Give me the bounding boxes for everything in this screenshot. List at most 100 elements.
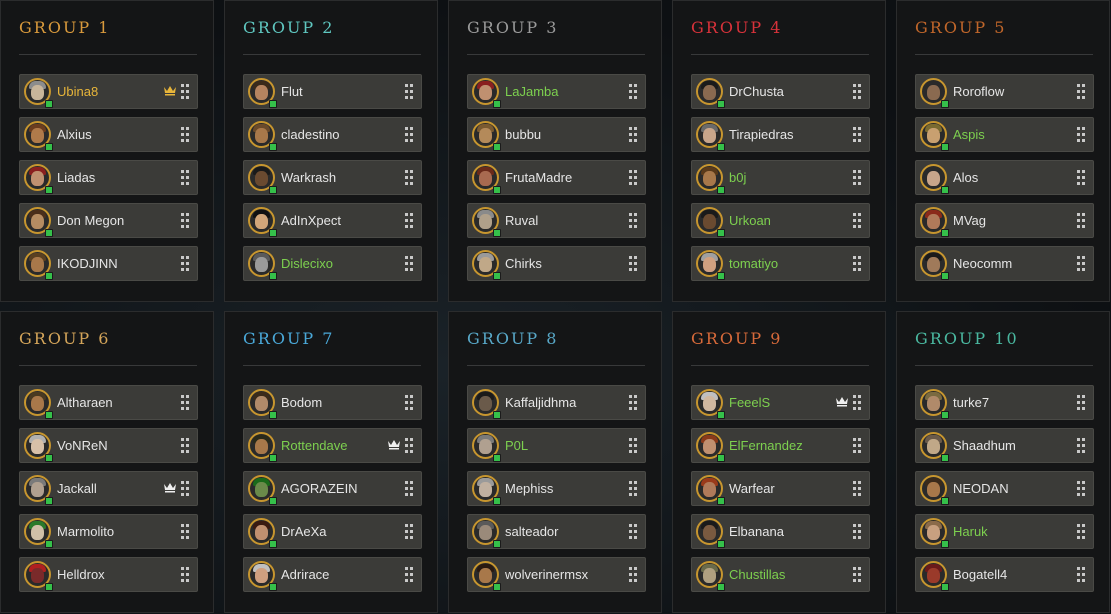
drag-handle-icon[interactable] xyxy=(181,524,189,539)
player-row[interactable]: Altharaen xyxy=(19,385,198,420)
player-row[interactable]: turke7 xyxy=(915,385,1094,420)
drag-handle-icon[interactable] xyxy=(629,395,637,410)
drag-handle-icon[interactable] xyxy=(405,395,413,410)
player-row[interactable]: Alos xyxy=(915,160,1094,195)
drag-handle-icon[interactable] xyxy=(181,481,189,496)
drag-handle-icon[interactable] xyxy=(405,438,413,453)
player-row[interactable]: Warkrash xyxy=(243,160,422,195)
player-row[interactable]: AGORAZEIN xyxy=(243,471,422,506)
drag-handle-icon[interactable] xyxy=(1077,213,1085,228)
drag-handle-icon[interactable] xyxy=(853,256,861,271)
drag-handle-icon[interactable] xyxy=(181,395,189,410)
drag-handle-icon[interactable] xyxy=(853,524,861,539)
drag-handle-icon[interactable] xyxy=(629,84,637,99)
drag-handle-icon[interactable] xyxy=(853,213,861,228)
player-row[interactable]: NEODAN xyxy=(915,471,1094,506)
drag-handle-icon[interactable] xyxy=(853,395,861,410)
player-row[interactable]: Jackall xyxy=(19,471,198,506)
drag-handle-icon[interactable] xyxy=(1077,567,1085,582)
drag-handle-icon[interactable] xyxy=(629,567,637,582)
player-row[interactable]: Bodom xyxy=(243,385,422,420)
player-row[interactable]: Rottendave xyxy=(243,428,422,463)
drag-handle-icon[interactable] xyxy=(405,567,413,582)
drag-handle-icon[interactable] xyxy=(853,127,861,142)
player-row[interactable]: DrAeXa xyxy=(243,514,422,549)
player-row[interactable]: DrChusta xyxy=(691,74,870,109)
player-row[interactable]: Liadas xyxy=(19,160,198,195)
player-row[interactable]: Alxius xyxy=(19,117,198,152)
drag-handle-icon[interactable] xyxy=(629,481,637,496)
drag-handle-icon[interactable] xyxy=(181,567,189,582)
player-row[interactable]: Warfear xyxy=(691,471,870,506)
drag-handle-icon[interactable] xyxy=(1077,524,1085,539)
player-row[interactable]: Marmolito xyxy=(19,514,198,549)
player-row[interactable]: Flut xyxy=(243,74,422,109)
drag-handle-icon[interactable] xyxy=(1077,481,1085,496)
player-row[interactable]: Adrirace xyxy=(243,557,422,592)
player-row[interactable]: cladestino xyxy=(243,117,422,152)
drag-handle-icon[interactable] xyxy=(181,170,189,185)
player-row[interactable]: Aspis xyxy=(915,117,1094,152)
player-row[interactable]: Dislecixo xyxy=(243,246,422,281)
drag-handle-icon[interactable] xyxy=(405,524,413,539)
player-row[interactable]: Elbanana xyxy=(691,514,870,549)
drag-handle-icon[interactable] xyxy=(1077,170,1085,185)
drag-handle-icon[interactable] xyxy=(853,170,861,185)
drag-handle-icon[interactable] xyxy=(181,213,189,228)
player-row[interactable]: Tirapiedras xyxy=(691,117,870,152)
drag-handle-icon[interactable] xyxy=(405,481,413,496)
drag-handle-icon[interactable] xyxy=(405,256,413,271)
drag-handle-icon[interactable] xyxy=(629,170,637,185)
drag-handle-icon[interactable] xyxy=(181,438,189,453)
player-row[interactable]: Ubina8 xyxy=(19,74,198,109)
player-row[interactable]: Helldrox xyxy=(19,557,198,592)
player-row[interactable]: LaJamba xyxy=(467,74,646,109)
drag-handle-icon[interactable] xyxy=(1077,395,1085,410)
player-row[interactable]: Chirks xyxy=(467,246,646,281)
player-row[interactable]: Don Megon xyxy=(19,203,198,238)
player-row[interactable]: Ruval xyxy=(467,203,646,238)
player-row[interactable]: FeeelS xyxy=(691,385,870,420)
drag-handle-icon[interactable] xyxy=(1077,127,1085,142)
player-row[interactable]: Bogatell4 xyxy=(915,557,1094,592)
drag-handle-icon[interactable] xyxy=(853,567,861,582)
player-row[interactable]: AdInXpect xyxy=(243,203,422,238)
player-row[interactable]: b0j xyxy=(691,160,870,195)
player-row[interactable]: salteador xyxy=(467,514,646,549)
drag-handle-icon[interactable] xyxy=(405,127,413,142)
drag-handle-icon[interactable] xyxy=(853,84,861,99)
drag-handle-icon[interactable] xyxy=(181,127,189,142)
player-row[interactable]: tomatiyo xyxy=(691,246,870,281)
player-row[interactable]: P0L xyxy=(467,428,646,463)
player-row[interactable]: Urkoan xyxy=(691,203,870,238)
player-row[interactable]: Shaadhum xyxy=(915,428,1094,463)
player-row[interactable]: IKODJINN xyxy=(19,246,198,281)
player-row[interactable]: Haruk xyxy=(915,514,1094,549)
player-row[interactable]: bubbu xyxy=(467,117,646,152)
drag-handle-icon[interactable] xyxy=(629,524,637,539)
drag-handle-icon[interactable] xyxy=(405,213,413,228)
drag-handle-icon[interactable] xyxy=(629,127,637,142)
player-row[interactable]: VoNReN xyxy=(19,428,198,463)
drag-handle-icon[interactable] xyxy=(181,256,189,271)
drag-handle-icon[interactable] xyxy=(629,213,637,228)
drag-handle-icon[interactable] xyxy=(405,84,413,99)
drag-handle-icon[interactable] xyxy=(853,481,861,496)
drag-handle-icon[interactable] xyxy=(1077,438,1085,453)
player-row[interactable]: wolverinermsx xyxy=(467,557,646,592)
drag-handle-icon[interactable] xyxy=(1077,84,1085,99)
player-row[interactable]: FrutaMadre xyxy=(467,160,646,195)
player-row[interactable]: Neocomm xyxy=(915,246,1094,281)
drag-handle-icon[interactable] xyxy=(853,438,861,453)
player-row[interactable]: ElFernandez xyxy=(691,428,870,463)
player-row[interactable]: Mephiss xyxy=(467,471,646,506)
drag-handle-icon[interactable] xyxy=(629,438,637,453)
drag-handle-icon[interactable] xyxy=(1077,256,1085,271)
drag-handle-icon[interactable] xyxy=(181,84,189,99)
drag-handle-icon[interactable] xyxy=(405,170,413,185)
player-row[interactable]: Roroflow xyxy=(915,74,1094,109)
drag-handle-icon[interactable] xyxy=(629,256,637,271)
player-row[interactable]: Chustillas xyxy=(691,557,870,592)
player-row[interactable]: MVag xyxy=(915,203,1094,238)
player-row[interactable]: Kaffaljidhma xyxy=(467,385,646,420)
